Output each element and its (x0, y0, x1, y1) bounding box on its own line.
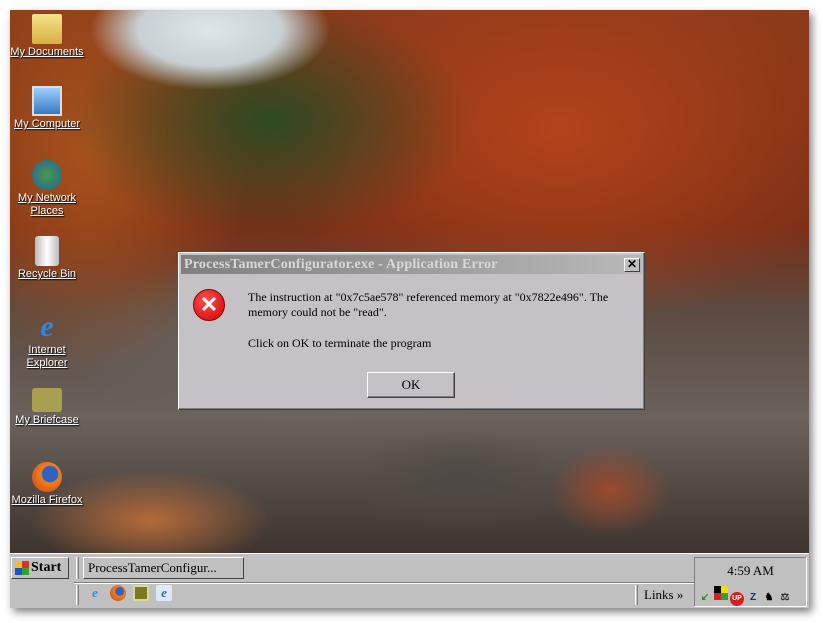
desktop-icon-internet-explorer[interactable]: e Internet Explorer (10, 312, 87, 370)
clock[interactable]: 4:59 AM (695, 563, 806, 579)
desktop-icon-my-briefcase[interactable]: My Briefcase (10, 388, 87, 427)
links-toolbar[interactable]: Links » (644, 587, 683, 603)
computer-icon (32, 86, 62, 116)
popup-blocker-icon[interactable]: UP (730, 592, 744, 606)
error-dialog: ProcessTamerConfigurator.exe - Applicati… (178, 252, 645, 410)
desktop-icon-my-network-places[interactable]: My Network Places (10, 160, 87, 218)
close-button[interactable]: ✕ (624, 257, 640, 272)
links-grip[interactable] (635, 585, 638, 605)
windows-logo-icon (15, 561, 29, 575)
divider (74, 582, 694, 584)
recycle-bin-icon (35, 236, 59, 266)
error-icon: ✕ (193, 289, 225, 321)
scales-icon[interactable]: ⚖ (778, 591, 792, 605)
start-label: Start (31, 560, 62, 575)
network-icon (32, 160, 62, 190)
quicklaunch-grip[interactable] (76, 585, 79, 605)
start-button[interactable]: Start (11, 557, 69, 579)
system-tray: 4:59 AM ↙ UP Z ♞ ⚖ (694, 557, 807, 607)
taskbar: Start ProcessTamerConfigur... e e Links … (10, 553, 809, 608)
dialog-titlebar[interactable]: ProcessTamerConfigurator.exe - Applicati… (181, 255, 642, 274)
clock-icon[interactable] (133, 585, 149, 601)
folder-documents-icon (32, 14, 62, 44)
color-icon[interactable] (714, 586, 728, 600)
desktop-icon-my-documents[interactable]: My Documents (10, 14, 87, 59)
toolbar-grip[interactable] (76, 557, 79, 579)
links-label: Links (644, 587, 674, 602)
z-icon[interactable]: Z (746, 591, 760, 605)
terminate-message: Click on OK to terminate the program (248, 336, 432, 350)
internet-explorer-icon: e (40, 310, 54, 343)
dog-icon[interactable]: ♞ (762, 591, 776, 605)
error-message: The instruction at "0x7c5ae578" referenc… (248, 290, 609, 319)
network-icon[interactable]: ↙ (698, 591, 712, 605)
internet-explorer-icon[interactable]: e (87, 585, 103, 601)
desktop-icon-recycle-bin[interactable]: Recycle Bin (10, 236, 87, 281)
desktop-icon-my-computer[interactable]: My Computer (10, 86, 87, 131)
briefcase-icon (32, 388, 62, 412)
outlook-express-icon[interactable]: e (156, 585, 172, 601)
firefox-icon (32, 462, 62, 492)
firefox-icon[interactable] (110, 585, 126, 601)
taskbar-button-processtamer[interactable]: ProcessTamerConfigur... (83, 557, 244, 579)
desktop: My Documents My Computer My Network Plac… (10, 10, 809, 553)
screen: My Documents My Computer My Network Plac… (10, 10, 809, 608)
desktop-icon-mozilla-firefox[interactable]: Mozilla Firefox (10, 462, 87, 507)
chevron-icon[interactable]: » (677, 587, 684, 602)
dialog-title: ProcessTamerConfigurator.exe - Applicati… (184, 256, 498, 272)
ok-button[interactable]: OK (367, 372, 455, 398)
